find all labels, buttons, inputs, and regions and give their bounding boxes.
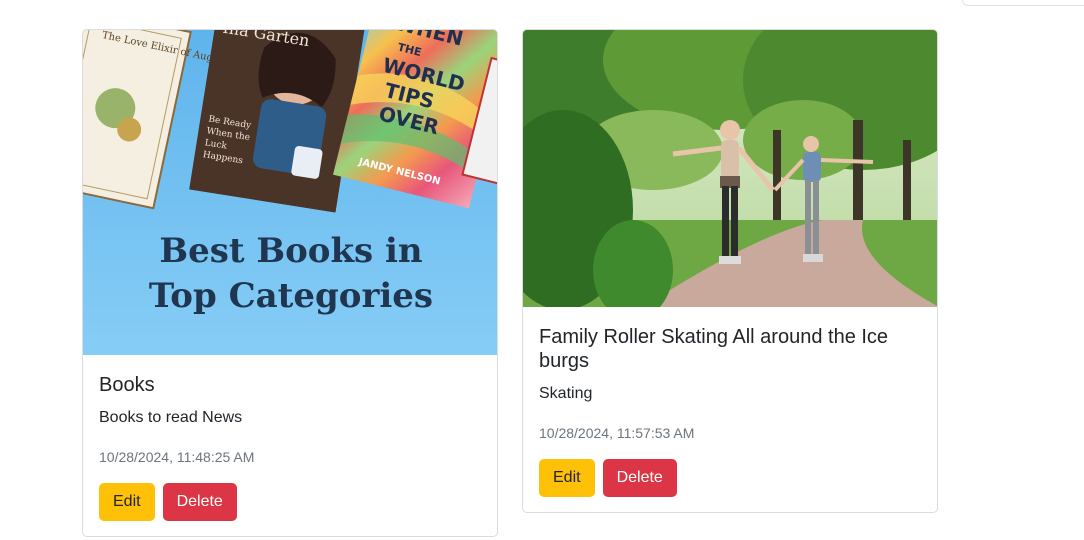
card-title: Family Roller Skating All around the Ice… xyxy=(539,326,889,372)
banner-line-2: Top Categories xyxy=(149,276,433,316)
card-date: 10/28/2024, 11:48:25 AM xyxy=(99,449,255,465)
card-body: Family Roller Skating All around the Ice… xyxy=(523,307,937,512)
top-right-field-edge xyxy=(962,0,1084,6)
delete-button[interactable]: Delete xyxy=(162,483,237,521)
edit-button[interactable]: Edit xyxy=(539,459,595,497)
card-title: Books xyxy=(99,374,155,396)
skating-photo-graphic xyxy=(523,30,937,307)
post-card: The Love Elixir of Augusta Stern Ina Gar… xyxy=(82,29,498,537)
card-image-skating xyxy=(523,30,937,307)
edit-button[interactable]: Edit xyxy=(99,483,155,521)
card-body: Books Books to read News 10/28/2024, 11:… xyxy=(83,355,497,536)
card-category: Books to read News xyxy=(99,409,243,426)
delete-button[interactable]: Delete xyxy=(602,459,677,497)
card-category: Skating xyxy=(539,385,593,402)
post-card: Family Roller Skating All around the Ice… xyxy=(522,29,938,513)
card-actions: Edit Delete xyxy=(99,483,481,521)
card-actions: Edit Delete xyxy=(539,459,921,497)
banner-line-1: Best Books in xyxy=(159,231,422,271)
books-banner-graphic: The Love Elixir of Augusta Stern Ina Gar… xyxy=(83,30,497,355)
card-image-books: The Love Elixir of Augusta Stern Ina Gar… xyxy=(83,30,497,355)
card-date: 10/28/2024, 11:57:53 AM xyxy=(539,425,695,441)
